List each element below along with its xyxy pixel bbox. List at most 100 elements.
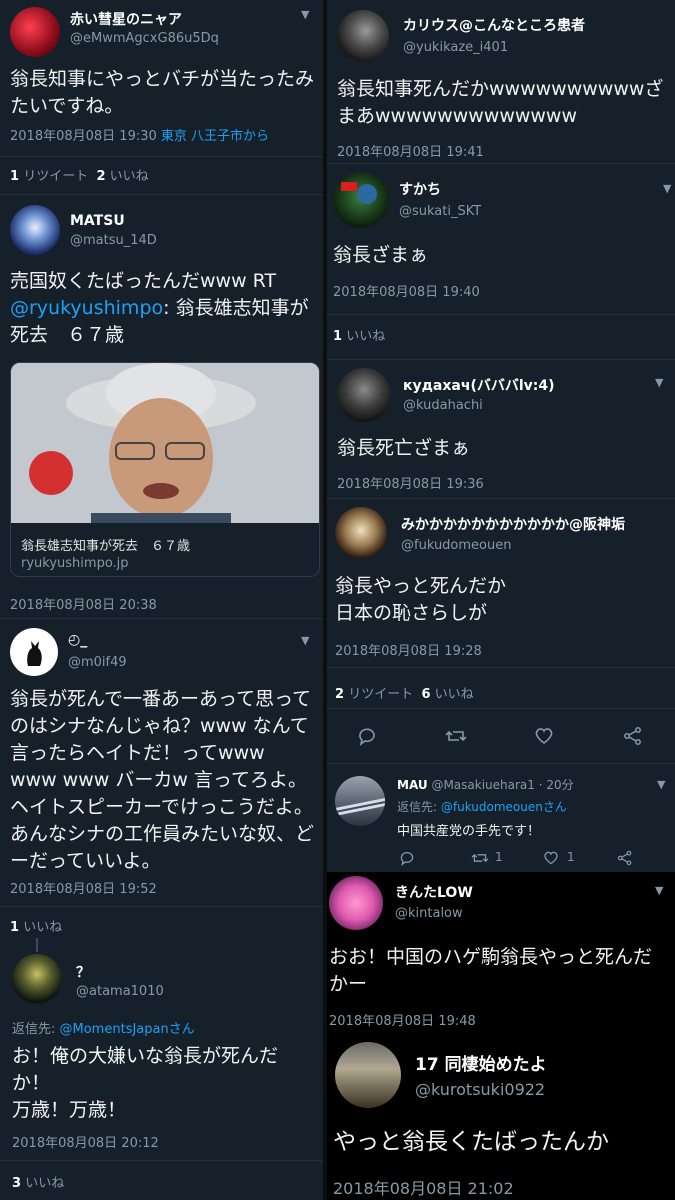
retweet-label: リツイート	[348, 687, 414, 702]
reply-icon[interactable]	[357, 726, 377, 746]
avatar[interactable]	[337, 368, 391, 422]
display-name[interactable]: 17 同棲始めたよ	[415, 1050, 547, 1075]
avatar[interactable]	[335, 507, 387, 559]
tweet[interactable]: MATSU @matsu_14D 売国奴くたばったんだwww RT @ryuky…	[0, 200, 323, 619]
share-icon[interactable]	[623, 726, 643, 746]
tweet[interactable]: 17 同棲始めたよ @kurotsuki0922 やっと翁長くたばったんか 20…	[327, 1032, 675, 1200]
tweet-text: おお！中国のハゲ駒翁長やっと死んだかー	[329, 946, 653, 995]
display-name[interactable]: きんたLOW	[395, 882, 473, 902]
display-name[interactable]: MAU	[397, 778, 428, 792]
tweet[interactable]: きんたLOW @kintalow ▼ おお！中国のハゲ駒翁長やっと死んだかー 2…	[327, 872, 675, 1032]
handle[interactable]: @kurotsuki0922	[415, 1080, 545, 1099]
card-domain: ryukyushimpo.jp	[21, 556, 129, 571]
tweet[interactable]: みかかかかかかかかかかか@阪神垢 @fukudomeouen 翁長やっと死んだか…	[327, 502, 675, 764]
handle[interactable]: @m0if49	[68, 655, 127, 670]
retweet-label: リツイート	[23, 169, 89, 184]
tweet-header: MAU @Masakiuehara1 · 20分	[397, 776, 574, 793]
heart-icon[interactable]	[543, 850, 559, 866]
divider	[0, 618, 323, 619]
engagement-stats[interactable]: 1 いいね	[333, 325, 385, 344]
tweet[interactable]: カリウス@こんなところ患者 @yukikaze_i401 翁長知事死んだかwww…	[327, 0, 675, 164]
handle[interactable]: @kintalow	[395, 906, 463, 921]
chevron-down-icon[interactable]: ▼	[657, 778, 665, 791]
tweet[interactable]: MAU @Masakiuehara1 · 20分 ▼ 返信先: @fukudom…	[327, 764, 675, 872]
display-name[interactable]: 赤い彗星のニャア	[70, 9, 182, 29]
tweet-text: 翁長知事死んだかwwwwwwwwwwざまあwwwwwwwwwwwww	[337, 78, 664, 127]
like-label: いいね	[23, 920, 63, 935]
share-icon[interactable]	[617, 850, 633, 866]
engagement-stats[interactable]: 1 リツイート 2 いいね	[10, 165, 149, 184]
timestamp: 2018年08月08日 19:30 東京 八王子市から	[10, 125, 269, 144]
avatar[interactable]	[10, 205, 60, 255]
timestamp: 2018年08月08日 19:41	[337, 145, 484, 160]
avatar[interactable]	[10, 7, 60, 57]
train-graphic	[335, 798, 385, 816]
tweet[interactable]: ？ @atama1010 返信先: @MomentsJapanさん お！俺の大嫌…	[0, 952, 323, 1200]
chevron-down-icon[interactable]: ▼	[655, 376, 663, 389]
chevron-down-icon[interactable]: ▼	[655, 884, 663, 897]
tweet-text-part: 売国奴くたばったんだwww RT	[10, 270, 277, 292]
avatar[interactable]	[329, 876, 383, 930]
handle[interactable]: @kudahachi	[403, 398, 483, 413]
avatar[interactable]	[12, 954, 62, 1004]
like-label: いいね	[25, 1176, 65, 1191]
handle[interactable]: @yukikaze_i401	[403, 40, 508, 55]
reply-icon[interactable]	[399, 850, 415, 866]
like-count: 3	[12, 1176, 22, 1191]
display-name[interactable]: ◴_	[68, 632, 87, 648]
reply-to-link[interactable]: @MomentsJapanさん	[60, 1022, 195, 1037]
reply-to-link[interactable]: @fukudomeouenさん	[441, 800, 567, 814]
retweet-count: 2	[335, 687, 345, 702]
heart-icon[interactable]	[534, 726, 554, 746]
cat-icon	[27, 641, 42, 666]
like-count: 6	[421, 687, 431, 702]
retweet-icon[interactable]	[471, 850, 489, 866]
avatar[interactable]	[335, 1042, 401, 1108]
handle[interactable]: @atama1010	[76, 984, 164, 999]
chevron-down-icon[interactable]: ▼	[301, 634, 309, 647]
tweet-text: 翁長が死んで一番あーあって思ってのはシナなんじゃね？www なんて言ったらヘイト…	[10, 688, 315, 872]
tweet[interactable]: ◴_ @m0if49 ▼ 翁長が死んで一番あーあって思ってのはシナなんじゃね？w…	[0, 620, 323, 938]
reply-prefix: 返信先:	[12, 1022, 60, 1037]
avatar-graphic	[341, 182, 377, 204]
avatar[interactable]	[335, 776, 385, 826]
tweet-age: · 20分	[538, 778, 574, 792]
avatar[interactable]	[333, 172, 389, 228]
display-name[interactable]: みかかかかかかかかかかか@阪神垢	[401, 514, 625, 534]
tweet-text: 翁長知事にやっとバチが当たったみたいですね。	[10, 68, 315, 117]
chevron-down-icon[interactable]: ▼	[301, 8, 309, 21]
display-name[interactable]: кудахач(バババlv:4)	[403, 375, 555, 395]
handle[interactable]: @sukati_SKT	[399, 204, 481, 219]
tweet[interactable]: すかち @sukati_SKT ▼ 翁長ざまぁ 2018年08月08日 19:4…	[327, 164, 675, 360]
tweet-text: お！俺の大嫌いな翁長が死んだか！ 万歳！万歳！	[12, 1045, 279, 1121]
divider	[327, 498, 675, 499]
engagement-stats[interactable]: 3 いいね	[12, 1172, 64, 1191]
location-link[interactable]: 東京 八王子市から	[161, 129, 269, 144]
link-card[interactable]: 翁長雄志知事が死去 ６７歳 ryukyushimpo.jp	[10, 362, 320, 577]
handle[interactable]: @Masakiuehara1	[431, 778, 534, 792]
divider	[0, 1160, 323, 1161]
handle[interactable]: @matsu_14D	[70, 233, 157, 248]
mention-link[interactable]: @ryukyushimpo	[10, 297, 163, 319]
avatar[interactable]	[10, 628, 58, 676]
tweet[interactable]: кудахач(バババlv:4) @kudahachi ▼ 翁長死亡ざまぁ 20…	[327, 360, 675, 502]
reply-prefix: 返信先:	[397, 800, 441, 814]
display-name[interactable]: カリウス@こんなところ患者	[403, 15, 585, 35]
handle[interactable]: @eMwmAgcxG86u5Dq	[70, 31, 219, 46]
like-count: 1	[333, 329, 343, 344]
display-name[interactable]: MATSU	[70, 213, 125, 229]
engagement-stats[interactable]: 2 リツイート 6 いいね	[335, 683, 474, 702]
chevron-down-icon[interactable]: ▼	[663, 182, 671, 195]
avatar[interactable]	[337, 10, 389, 62]
timestamp: 2018年08月08日 19:36	[337, 477, 484, 492]
display-name[interactable]: すかち	[399, 179, 441, 199]
retweet-icon[interactable]	[445, 726, 467, 746]
tweet-text: やっと翁長くたばったんか	[333, 1129, 609, 1155]
engagement-stats[interactable]: 1 いいね	[10, 916, 62, 935]
tweet-text: 中国共産党の手先です！	[397, 824, 541, 839]
timestamp: 2018年08月08日 19:52	[10, 882, 157, 897]
handle[interactable]: @fukudomeouen	[401, 538, 511, 553]
display-name[interactable]: ？	[76, 962, 90, 982]
portrait-illustration	[11, 363, 319, 523]
tweet[interactable]: 赤い彗星のニャア @eMwmAgcxG86u5Dq ▼ 翁長知事にやっとバチが当…	[0, 0, 323, 198]
